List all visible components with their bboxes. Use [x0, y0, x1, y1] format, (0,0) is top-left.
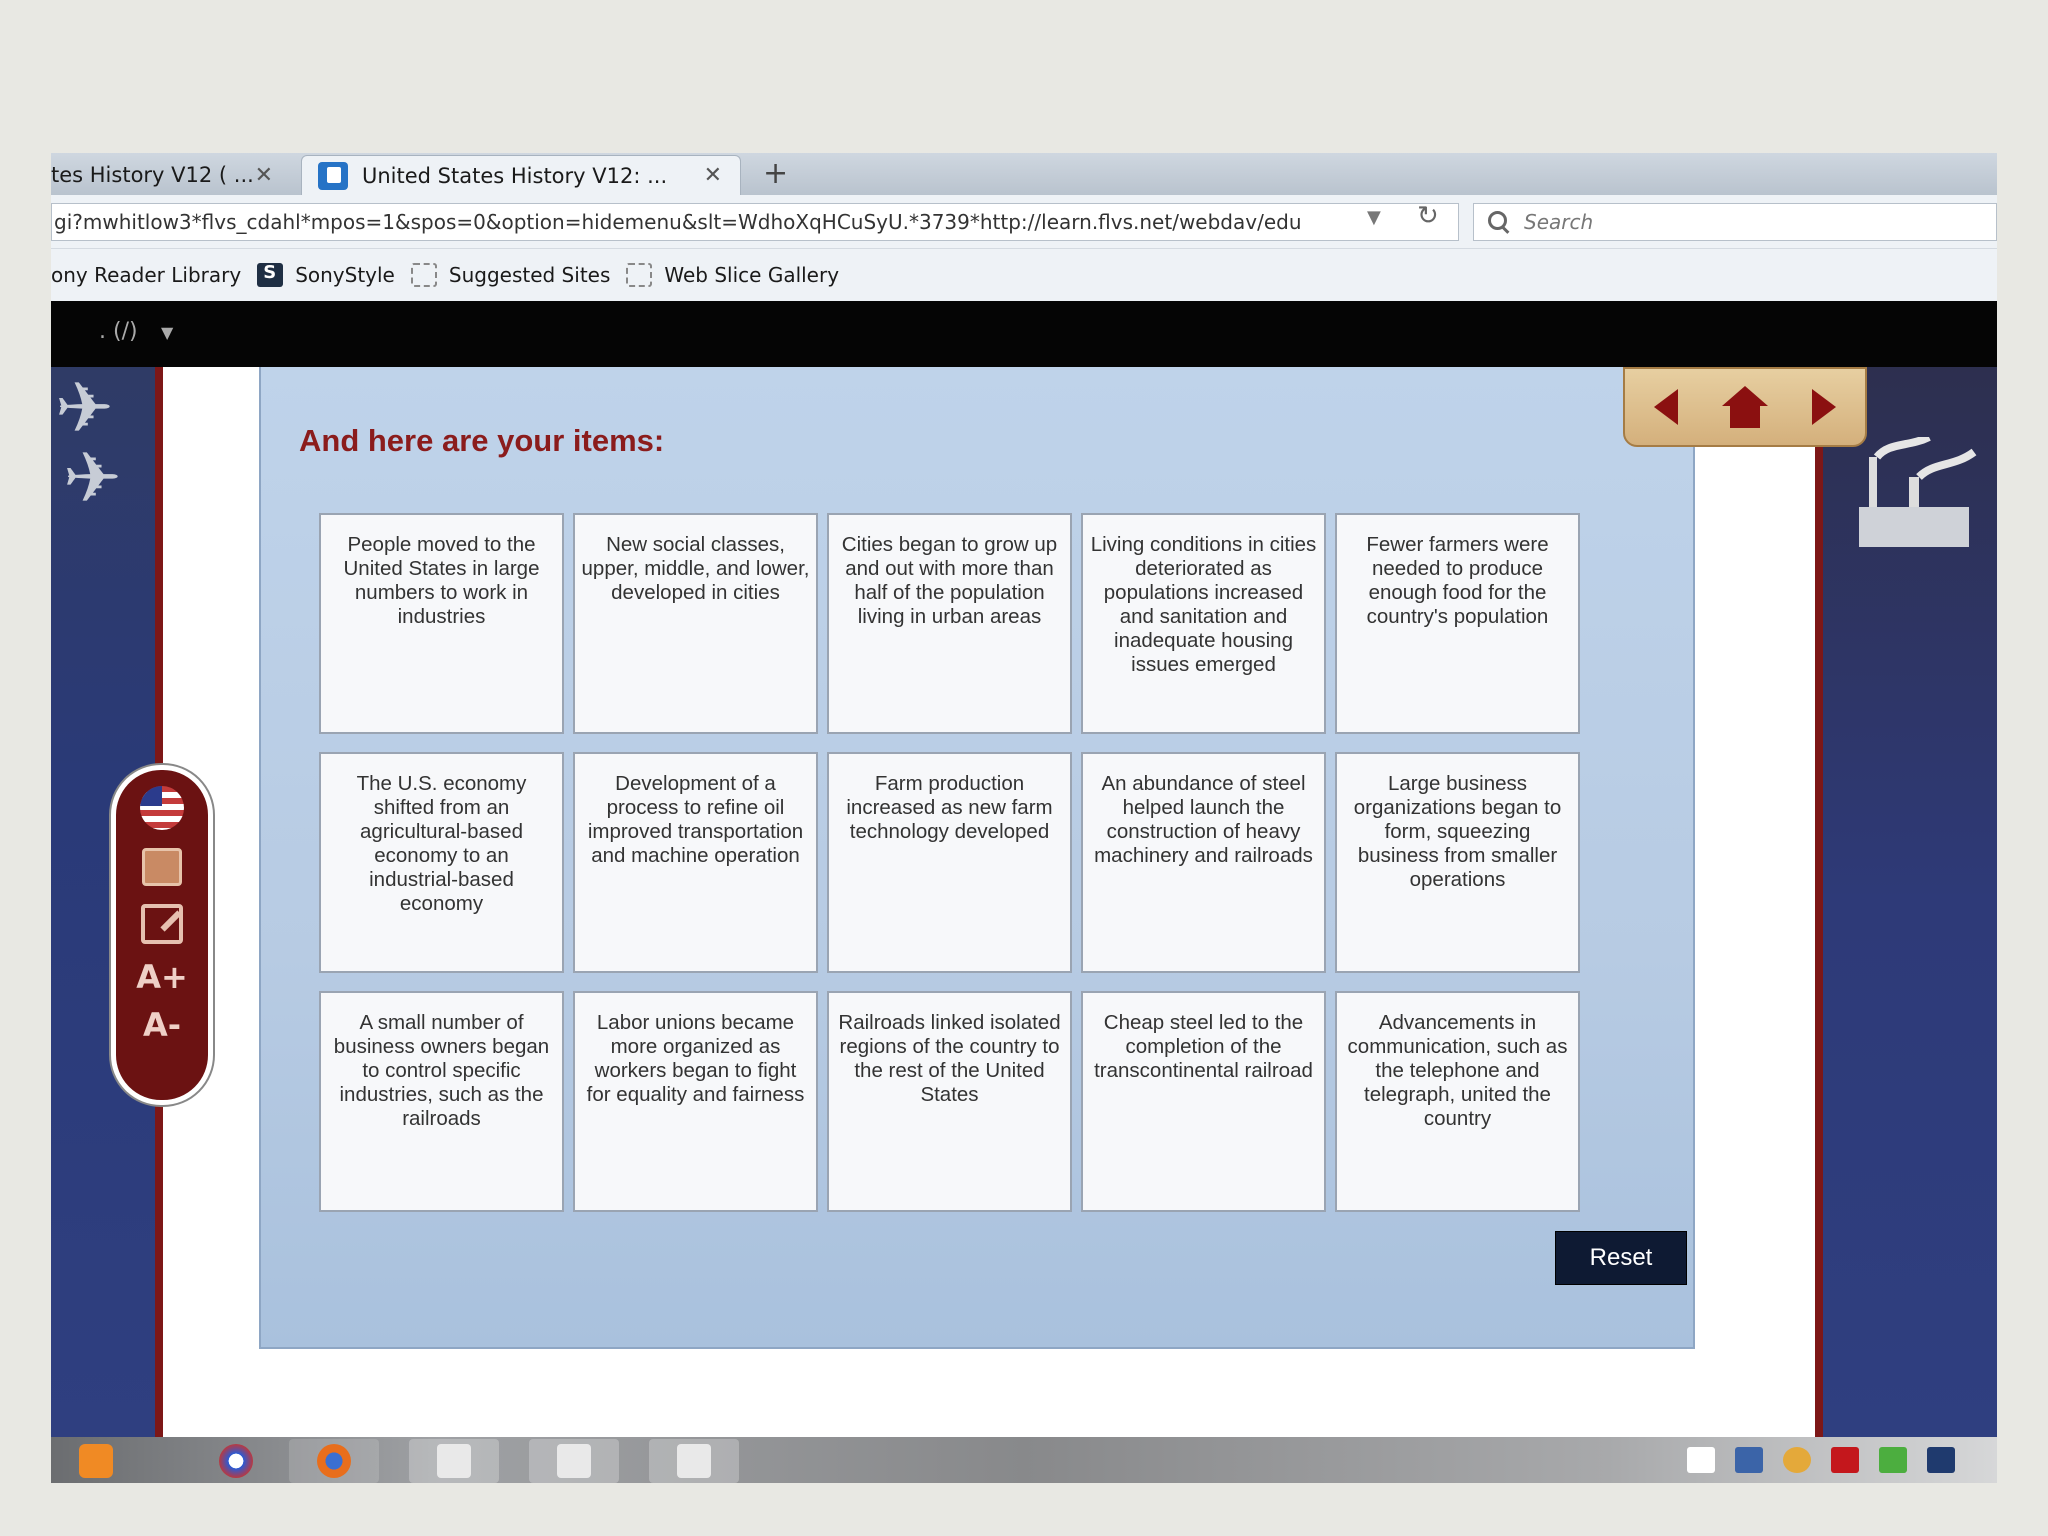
edit-icon[interactable]: [141, 904, 183, 944]
item-card[interactable]: Cities began to grow up and out with mor…: [827, 513, 1072, 734]
side-tools: A+ A-: [111, 765, 213, 1105]
item-card[interactable]: Cheap steel led to the completion of the…: [1081, 991, 1326, 1212]
taskbar-java-2[interactable]: [529, 1439, 619, 1483]
bookmarks-bar: ony Reader Library SonyStyle Suggested S…: [51, 249, 1997, 301]
item-card[interactable]: Advancements in communication, such as t…: [1335, 991, 1580, 1212]
item-card[interactable]: Labor unions became more organized as wo…: [573, 991, 818, 1212]
chevron-down-icon[interactable]: ▼: [161, 323, 173, 342]
bookmark-label: ony Reader Library: [51, 263, 242, 287]
home-icon[interactable]: [1722, 386, 1768, 428]
item-card[interactable]: The U.S. economy shifted from an agricul…: [319, 752, 564, 973]
new-tab-button[interactable]: +: [763, 155, 788, 193]
item-card[interactable]: Development of a process to refine oil i…: [573, 752, 818, 973]
items-panel: And here are your items: People moved to…: [259, 367, 1695, 1349]
close-icon[interactable]: ✕: [704, 163, 722, 188]
font-decrease-icon[interactable]: A-: [143, 1009, 181, 1041]
acrobat-icon[interactable]: [1831, 1447, 1859, 1473]
font-increase-icon[interactable]: A+: [136, 961, 188, 993]
bookmark-label: Web Slice Gallery: [664, 263, 840, 287]
taskbar-browser[interactable]: [191, 1439, 281, 1483]
java-icon: [437, 1444, 471, 1478]
search-placeholder: Search: [1524, 210, 1594, 234]
bookmark-web-slice-gallery[interactable]: Web Slice Gallery: [626, 263, 839, 287]
address-bar[interactable]: gi?mwhitlow3*flvs_cdahl*mpos=1&spos=0&op…: [51, 203, 1459, 241]
taskbar-firefox[interactable]: [289, 1439, 379, 1483]
item-card[interactable]: A small number of business owners began …: [319, 991, 564, 1212]
tab-current[interactable]: United States History V12: ... ✕: [301, 155, 741, 195]
right-border-stripe: [1815, 367, 1823, 1437]
tab-label: United States History V12: ...: [362, 163, 668, 188]
tab-label: tes History V12 ( ...: [51, 163, 254, 187]
search-input[interactable]: Search: [1473, 203, 1997, 241]
notebook-icon[interactable]: [142, 848, 182, 886]
flvs-favicon-icon: [318, 161, 348, 190]
right-background-art: [1819, 367, 1997, 1437]
navigation-scroll: [1623, 367, 1867, 447]
item-card[interactable]: People moved to the United States in lar…: [319, 513, 564, 734]
tab-previous[interactable]: tes History V12 ( ... ✕: [51, 155, 291, 195]
bookmark-sonystyle[interactable]: SonyStyle: [257, 262, 395, 287]
taskbar-java-1[interactable]: [409, 1439, 499, 1483]
spreadsheet-icon[interactable]: [1879, 1447, 1907, 1473]
java-icon: [677, 1444, 711, 1478]
web-slice-icon: [626, 263, 653, 287]
url-text: gi?mwhitlow3*flvs_cdahl*mpos=1&spos=0&op…: [54, 210, 1302, 234]
us-flag-icon[interactable]: [140, 786, 184, 830]
browser-icon: [219, 1444, 253, 1478]
sonystyle-icon: [257, 262, 284, 287]
taskbar: [51, 1437, 1997, 1483]
taskbar-media-player[interactable]: [51, 1439, 141, 1483]
update-icon[interactable]: [1783, 1447, 1811, 1473]
bookmark-sony-reader[interactable]: ony Reader Library: [51, 263, 241, 287]
reset-button[interactable]: Reset: [1555, 1231, 1687, 1285]
bookmark-suggested-sites[interactable]: Suggested Sites: [410, 263, 611, 287]
tab-strip: tes History V12 ( ... ✕ United States Hi…: [51, 153, 1997, 195]
windows-icon[interactable]: [1687, 1447, 1715, 1473]
reload-icon[interactable]: ↻: [1417, 201, 1439, 231]
app-toolbar: . (/) ▼: [51, 301, 1997, 367]
item-card[interactable]: Fewer farmers were needed to produce eno…: [1335, 513, 1580, 734]
toolbar-label[interactable]: . (/): [99, 319, 138, 344]
java-icon: [557, 1444, 591, 1478]
system-tray: [1687, 1447, 1955, 1473]
panel-title: And here are your items:: [299, 423, 665, 458]
url-dropdown-icon[interactable]: ▼: [1367, 207, 1381, 228]
search-icon: [1488, 211, 1510, 233]
item-card[interactable]: Farm production increased as new farm te…: [827, 752, 1072, 973]
item-card[interactable]: An abundance of steel helped launch the …: [1081, 752, 1326, 973]
item-card[interactable]: Railroads linked isolated regions of the…: [827, 991, 1072, 1212]
item-card[interactable]: Living conditions in cities deteriorated…: [1081, 513, 1326, 734]
monitor-icon[interactable]: [1927, 1447, 1955, 1473]
close-icon[interactable]: ✕: [255, 163, 273, 188]
bookmark-label: SonyStyle: [295, 263, 395, 287]
navigation-bar: gi?mwhitlow3*flvs_cdahl*mpos=1&spos=0&op…: [51, 195, 1997, 249]
taskbar-java-3[interactable]: [649, 1439, 739, 1483]
firefox-icon: [317, 1444, 351, 1478]
next-arrow-icon[interactable]: [1812, 389, 1836, 425]
items-grid: People moved to the United States in lar…: [319, 513, 1580, 1212]
bookmark-label: Suggested Sites: [448, 263, 611, 287]
network-icon[interactable]: [1735, 1447, 1763, 1473]
previous-arrow-icon[interactable]: [1654, 389, 1678, 425]
airplane-icon: ✈: [63, 437, 122, 519]
item-card[interactable]: New social classes, upper, middle, and l…: [573, 513, 818, 734]
course-content: ✈ ✈ And here are your items: People move…: [51, 367, 1997, 1437]
browser-window: tes History V12 ( ... ✕ United States Hi…: [51, 153, 1997, 1483]
item-card[interactable]: Large business organizations began to fo…: [1335, 752, 1580, 973]
media-player-icon: [79, 1444, 113, 1478]
factory-icon: [1859, 437, 1977, 547]
web-slice-icon: [410, 263, 437, 287]
